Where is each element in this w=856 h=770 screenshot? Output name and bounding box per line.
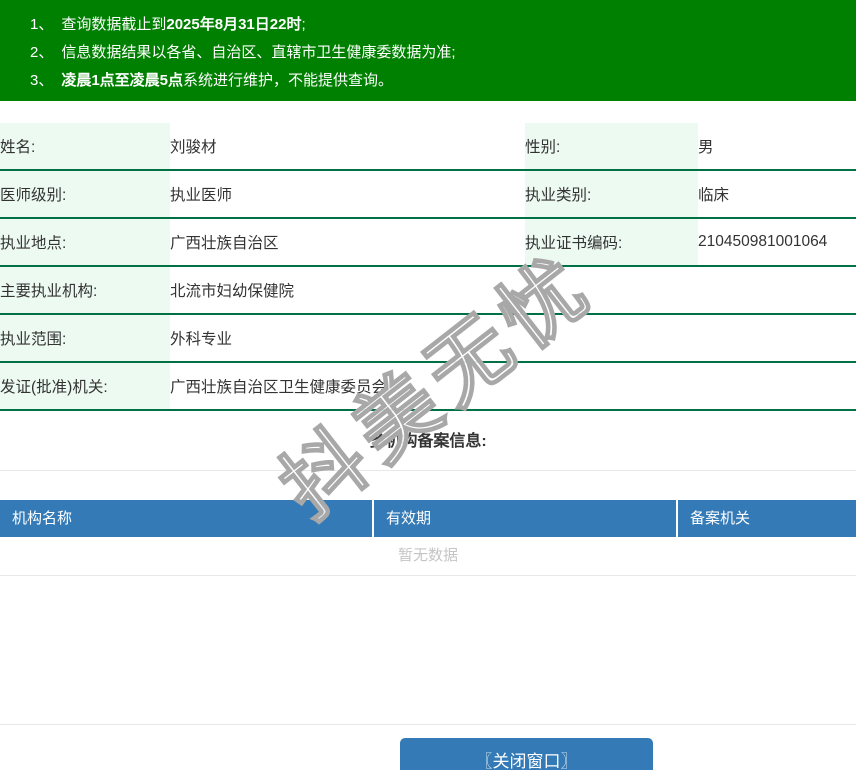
field-label-category: 执业类别: xyxy=(525,170,698,218)
empty-data-message: 暂无数据 xyxy=(0,537,856,576)
table-row: 姓名: 刘骏材 性别: 男 xyxy=(0,123,856,170)
notice-line-1: 1、 查询数据截止到2025年8月31日22时; xyxy=(30,11,846,39)
field-label-issuing-authority: 发证(批准)机关: xyxy=(0,362,170,410)
table-row: 执业范围: 外科专业 xyxy=(0,314,856,362)
field-value-gender: 男 xyxy=(698,139,714,156)
query-result-page: 1、 查询数据截止到2025年8月31日22时; 2、 信息数据结果以各省、自治区、… xyxy=(0,0,856,770)
field-label-location: 执业地点: xyxy=(0,218,170,266)
field-value-name: 刘骏材 xyxy=(170,139,217,156)
notice-text: ; xyxy=(301,16,306,33)
notice-number: 2、 xyxy=(30,44,54,61)
field-label-cert-number: 执业证书编码: xyxy=(525,218,698,266)
field-label-main-institution: 主要执业机构: xyxy=(0,266,170,314)
column-header-institution-name: 机构名称 xyxy=(0,500,372,537)
notice-number: 1、 xyxy=(30,16,54,33)
record-table-header-row: 机构名称 有效期 备案机关 xyxy=(0,500,856,537)
notice-text-bold: 凌晨1点至凌晨5点 xyxy=(61,72,184,89)
column-header-filing-authority: 备案机关 xyxy=(676,500,856,537)
table-row: 医师级别: 执业医师 执业类别: 临床 xyxy=(0,170,856,218)
notice-banner: 1、 查询数据截止到2025年8月31日22时; 2、 信息数据结果以各省、自治区、… xyxy=(0,0,856,101)
field-label-gender: 性别: xyxy=(525,123,698,170)
upload-credit-watermark: ◎本图由平台注册用户上传 xyxy=(701,766,855,770)
field-value-category: 临床 xyxy=(698,187,730,204)
field-value-scope: 外科专业 xyxy=(170,331,233,348)
field-value-level: 执业医师 xyxy=(170,187,233,204)
table-row: 执业地点: 广西壮族自治区 执业证书编码: 210450981001064 xyxy=(0,218,856,266)
field-value-main-institution: 北流市妇幼保健院 xyxy=(170,283,295,300)
notice-line-3: 3、 凌晨1点至凌晨5点系统进行维护，不能提供查询。 xyxy=(30,67,846,95)
table-row: 发证(批准)机关: 广西壮族自治区卫生健康委员会 xyxy=(0,362,856,410)
multi-institution-record-table: 机构名称 有效期 备案机关 暂无数据 xyxy=(0,500,856,725)
field-value-issuing-authority: 广西壮族自治区卫生健康委员会 xyxy=(170,379,388,396)
section-title-multi-institution: 多机构备案信息: xyxy=(0,411,856,471)
notice-text-bold: 2025年8月31日22时 xyxy=(166,16,302,33)
column-header-validity-period: 有效期 xyxy=(372,500,676,537)
field-label-level: 医师级别: xyxy=(0,170,170,218)
notice-number: 3、 xyxy=(30,72,54,89)
close-window-button[interactable]: 〖关闭窗口〗 xyxy=(400,738,653,770)
field-label-scope: 执业范围: xyxy=(0,314,170,362)
practitioner-info-table: 姓名: 刘骏材 性别: 男 医师级别: 执业医师 执业类别: 临床 执业地点: … xyxy=(0,123,856,411)
notice-text: 信息数据结果以各省、自治区、直辖市卫生健康委数据为准; xyxy=(61,44,456,61)
field-value-location: 广西壮族自治区 xyxy=(170,235,279,252)
notice-text: 查询数据截止到 xyxy=(61,16,167,33)
footer: 〖关闭窗口〗 ◎本图由平台注册用户上传 xyxy=(0,738,856,770)
field-value-cert-number: 210450981001064 xyxy=(698,233,828,250)
notice-line-2: 2、 信息数据结果以各省、自治区、直辖市卫生健康委数据为准; xyxy=(30,39,846,67)
table-row: 主要执业机构: 北流市妇幼保健院 xyxy=(0,266,856,314)
empty-table-body xyxy=(0,576,856,725)
field-label-name: 姓名: xyxy=(0,123,170,170)
notice-text: 系统进行维护，不能提供查询。 xyxy=(183,72,394,89)
